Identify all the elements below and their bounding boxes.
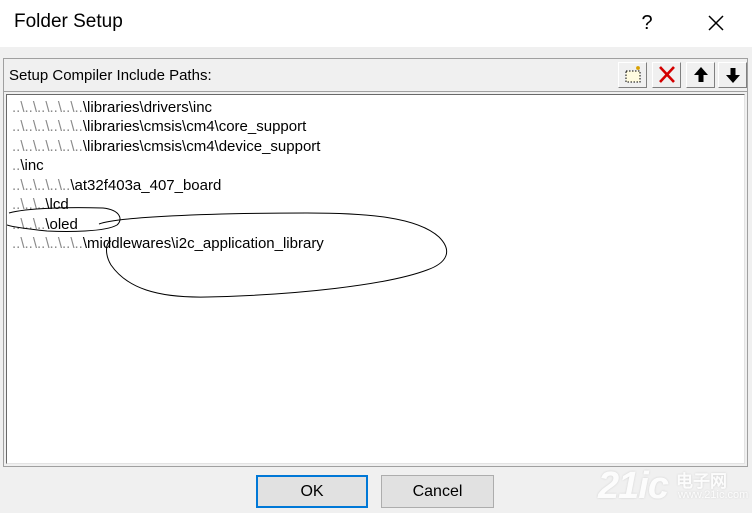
watermark-url: www.21ic.com xyxy=(678,489,749,501)
include-paths-group: Setup Compiler Include Paths: ..\..\..\.… xyxy=(3,58,748,467)
window-title: Folder Setup xyxy=(14,11,123,32)
group-label: Setup Compiler Include Paths: xyxy=(9,67,212,84)
folder-setup-dialog: Folder Setup ? Setup Compiler Include Pa… xyxy=(0,0,752,513)
list-item[interactable]: ..\inc xyxy=(12,156,44,176)
move-down-button[interactable] xyxy=(718,62,747,88)
list-item[interactable]: ..\..\..\..\..\..\libraries\cmsis\cm4\co… xyxy=(12,117,306,137)
list-item[interactable]: ..\..\..\..\..\..\libraries\drivers\inc xyxy=(12,98,212,118)
list-item[interactable]: ..\..\..\lcd xyxy=(12,195,69,215)
delete-icon xyxy=(658,66,675,83)
close-icon xyxy=(708,15,724,31)
title-bar: Folder Setup ? xyxy=(0,0,752,47)
group-header: Setup Compiler Include Paths: xyxy=(4,59,747,92)
close-button[interactable] xyxy=(700,8,732,38)
help-button[interactable]: ? xyxy=(634,8,660,38)
new-path-button[interactable] xyxy=(618,62,647,88)
new-folder-icon xyxy=(625,66,640,83)
watermark-logo: 21ic 电子网 www.21ic.com xyxy=(598,465,748,511)
move-up-button[interactable] xyxy=(686,62,715,88)
list-item[interactable]: ..\..\..\oled xyxy=(12,215,78,235)
move-down-icon xyxy=(725,68,740,83)
list-item[interactable]: ..\..\..\..\..\..\libraries\cmsis\cm4\de… xyxy=(12,137,320,157)
delete-path-button[interactable] xyxy=(652,62,681,88)
move-up-icon xyxy=(693,67,708,82)
include-paths-list[interactable]: ..\..\..\..\..\..\libraries\drivers\inc … xyxy=(6,94,745,464)
ok-button[interactable]: OK xyxy=(256,475,368,508)
watermark-cn: 电子网 xyxy=(676,472,727,491)
watermark-main: 21ic xyxy=(598,465,669,507)
list-item[interactable]: ..\..\..\..\..\..\middlewares\i2c_applic… xyxy=(12,234,324,254)
cancel-button[interactable]: Cancel xyxy=(381,475,494,508)
list-item[interactable]: ..\..\..\..\..\at32f403a_407_board xyxy=(12,176,221,196)
